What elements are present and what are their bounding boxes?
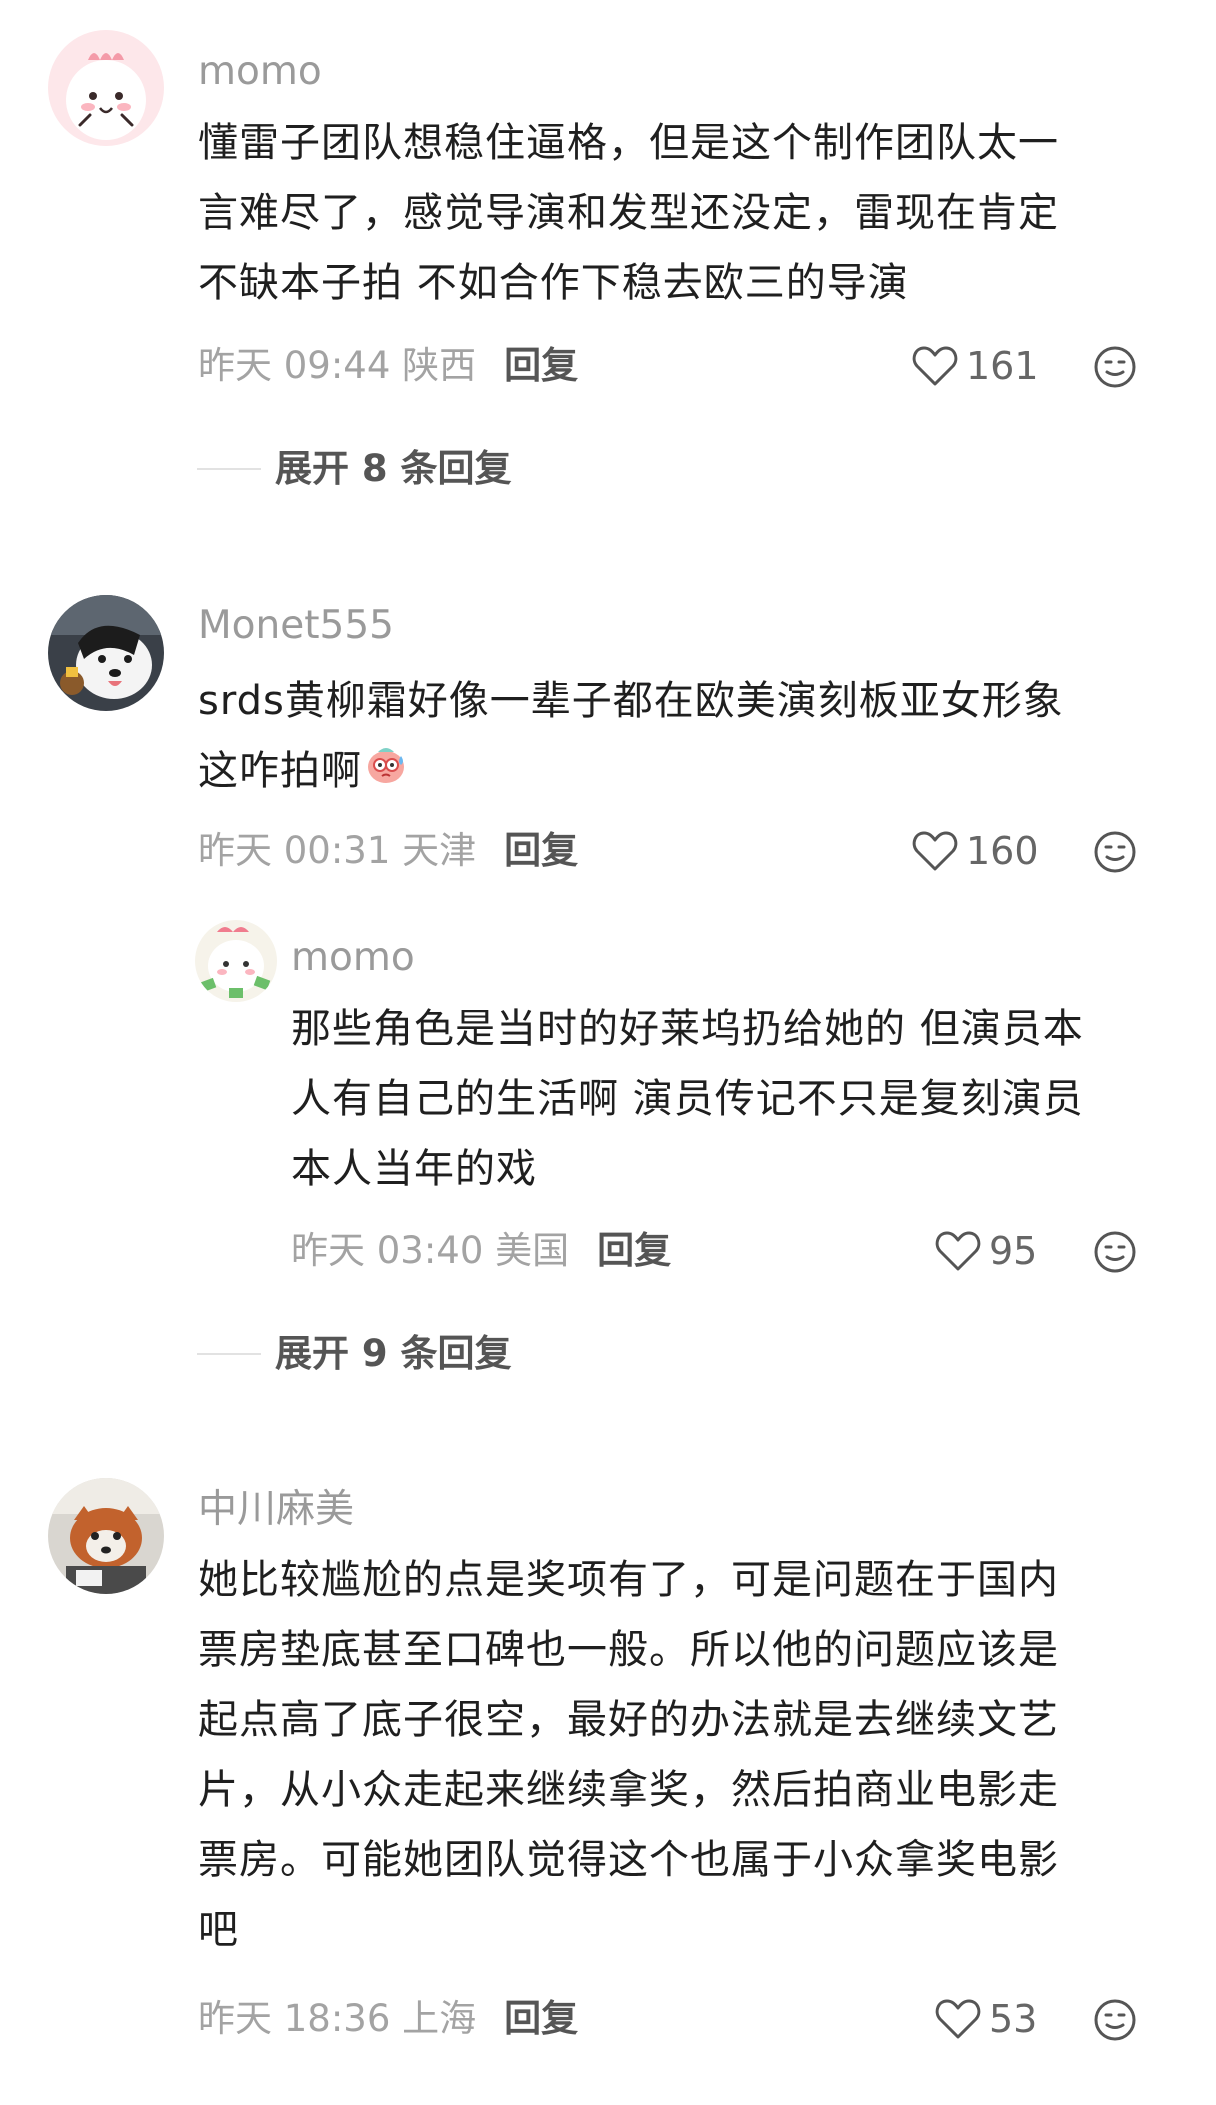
- heart-outline-icon: [935, 1999, 981, 2039]
- react-button[interactable]: [1093, 1998, 1137, 2046]
- like-button[interactable]: 95: [935, 1230, 1037, 1272]
- like-button[interactable]: 161: [912, 345, 1039, 387]
- reply-button[interactable]: 回复: [504, 832, 578, 869]
- reply-line: 那些角色是当时的好莱坞扔给她的 但演员本: [291, 1006, 1084, 1052]
- like-count: 160: [966, 829, 1039, 873]
- reply-button[interactable]: 回复: [504, 2000, 578, 2037]
- expand-replies-button[interactable]: 展开 9 条回复: [197, 1335, 512, 1372]
- comment-line: 言难尽了，感觉导演和发型还没定，雷现在肯定: [198, 190, 1059, 236]
- comment-text: 懂雷子团队想稳住逼格，但是这个制作团队太一 言难尽了，感觉导演和发型还没定，雷现…: [198, 108, 1059, 318]
- comment-line: 懂雷子团队想稳住逼格，但是这个制作团队太一: [198, 120, 1059, 166]
- expand-replies-button[interactable]: 展开 8 条回复: [197, 450, 512, 487]
- time-location: 昨天 09:44 陕西: [198, 344, 477, 387]
- comment-line: 票房垫底甚至口碑也一般。所以他的问题应该是: [198, 1627, 1059, 1673]
- heart-outline-icon: [912, 831, 958, 871]
- react-button[interactable]: [1093, 345, 1137, 393]
- react-button[interactable]: [1093, 1230, 1137, 1278]
- like-count: 53: [989, 1997, 1038, 2041]
- avatar[interactable]: [48, 595, 164, 711]
- expand-replies-label: 展开 8 条回复: [275, 447, 512, 490]
- avatar[interactable]: [48, 30, 164, 146]
- username[interactable]: Monet555: [198, 606, 394, 645]
- comment-line: 票房。可能她团队觉得这个也属于小众拿奖电影: [198, 1837, 1059, 1883]
- comment-text: 她比较尴尬的点是奖项有了，可是问题在于国内 票房垫底甚至口碑也一般。所以他的问题…: [198, 1545, 1059, 1965]
- comment-line: 起点高了底子很空，最好的办法就是去继续文艺: [198, 1697, 1059, 1743]
- smiley-face-icon: [1094, 346, 1136, 388]
- time-location: 昨天 00:31 天津: [198, 829, 477, 872]
- like-button[interactable]: 53: [935, 1998, 1037, 2040]
- comment-line: 这咋拍啊: [198, 736, 1064, 808]
- reply-text: 那些角色是当时的好莱坞扔给她的 但演员本 人有自己的生活啊 演员传记不只是复刻演…: [291, 994, 1084, 1204]
- reply-button[interactable]: 回复: [597, 1232, 671, 1269]
- comment-line: 吧: [198, 1907, 239, 1953]
- comment-meta: 昨天 00:31 天津 回复: [198, 832, 578, 869]
- smiley-face-icon: [1094, 831, 1136, 873]
- reply-meta: 昨天 03:40 美国 回复: [291, 1232, 671, 1269]
- smiley-face-icon: [1094, 1999, 1136, 2041]
- reply-line: 本人当年的戏: [291, 1146, 537, 1192]
- comment-meta: 昨天 09:44 陕西 回复: [198, 347, 578, 384]
- comment-line-text: 这咋拍啊: [198, 748, 362, 794]
- comment-line: srds黄柳霜好像一辈子都在欧美演刻板亚女形象: [198, 678, 1064, 724]
- comment-text: srds黄柳霜好像一辈子都在欧美演刻板亚女形象 这咋拍啊: [198, 666, 1064, 808]
- divider-line: [197, 467, 261, 470]
- divider-line: [197, 1352, 261, 1355]
- avatar[interactable]: [195, 920, 277, 1002]
- sweat-face-emoji-icon: [364, 738, 408, 808]
- time-location: 昨天 18:36 上海: [198, 1997, 477, 2040]
- like-count: 95: [989, 1229, 1038, 1273]
- reply-button[interactable]: 回复: [504, 347, 578, 384]
- comment-line: 片，从小众走起来继续拿奖，然后拍商业电影走: [198, 1767, 1059, 1813]
- heart-outline-icon: [935, 1231, 981, 1271]
- reply-line: 人有自己的生活啊 演员传记不只是复刻演员: [291, 1076, 1084, 1122]
- time-location: 昨天 03:40 美国: [291, 1229, 570, 1272]
- avatar[interactable]: [48, 1478, 164, 1594]
- username[interactable]: momo: [198, 52, 322, 91]
- reply-username[interactable]: momo: [291, 938, 415, 977]
- expand-replies-label: 展开 9 条回复: [275, 1332, 512, 1375]
- react-button[interactable]: [1093, 830, 1137, 878]
- comment-line: 她比较尴尬的点是奖项有了，可是问题在于国内: [198, 1557, 1059, 1603]
- smiley-face-icon: [1094, 1231, 1136, 1273]
- heart-outline-icon: [912, 346, 958, 386]
- comment-line: 不缺本子拍 不如合作下稳去欧三的导演: [198, 260, 909, 306]
- username[interactable]: 中川麻美: [198, 1490, 354, 1529]
- comment-meta: 昨天 18:36 上海 回复: [198, 2000, 578, 2037]
- like-button[interactable]: 160: [912, 830, 1039, 872]
- like-count: 161: [966, 344, 1039, 388]
